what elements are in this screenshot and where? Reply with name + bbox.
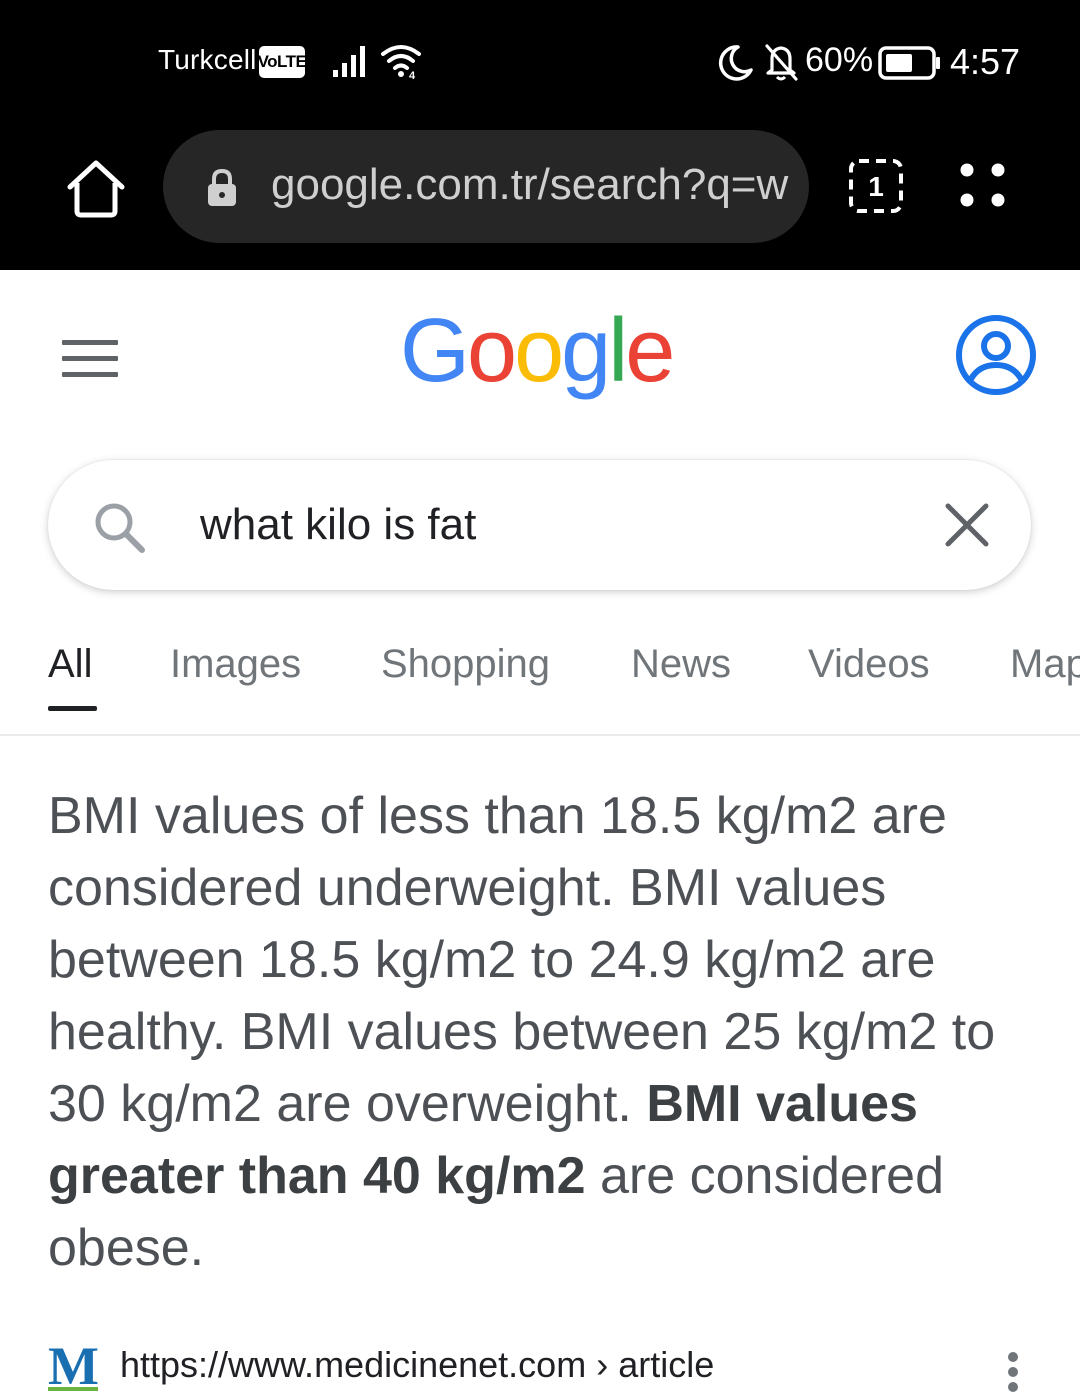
tab-all[interactable]: All: [48, 642, 92, 687]
search-tabs: All Images Shopping News Videos Maps: [0, 620, 1080, 736]
wifi-icon: 4: [381, 45, 421, 80]
source-breadcrumb: › article: [586, 1344, 715, 1385]
status-bar: Turkcell VoLTE 4 60% 4:57: [0, 0, 1080, 125]
carrier-name: Turkcell: [158, 44, 257, 75]
source-url[interactable]: https://www.medicinenet.com › article: [120, 1344, 714, 1386]
battery-icon: [878, 46, 940, 80]
url-text: google.com.tr/search?q=what+kilo+is+fat: [271, 160, 789, 209]
search-icon[interactable]: [90, 498, 150, 558]
tab-news[interactable]: News: [631, 642, 731, 687]
tab-videos[interactable]: Videos: [808, 642, 930, 687]
logo-letter: l: [608, 301, 628, 401]
tab-maps[interactable]: Maps: [1010, 642, 1080, 687]
top-chrome: Turkcell VoLTE 4 60% 4:57 google.com.tr/…: [0, 0, 1080, 270]
tab-shopping[interactable]: Shopping: [381, 642, 550, 687]
browser-toolbar: google.com.tr/search?q=what+kilo+is+fat …: [0, 125, 1080, 270]
source-domain: https://www.medicinenet.com: [120, 1344, 587, 1385]
result-source[interactable]: M https://www.medicinenet.com › article: [0, 1330, 1080, 1396]
logo-letter: o: [467, 301, 517, 401]
active-tab-indicator: [48, 706, 97, 711]
hamburger-menu-icon[interactable]: [62, 338, 118, 380]
logo-letter: g: [561, 301, 611, 401]
tab-count: 1: [868, 171, 884, 202]
signal-icon: [333, 46, 365, 77]
clock: 4:57: [950, 41, 1021, 82]
tab-images[interactable]: Images: [170, 642, 301, 687]
volte-badge: VoLTE: [258, 46, 307, 78]
moon-icon: [718, 45, 753, 81]
google-logo[interactable]: Google: [400, 301, 675, 401]
site-favicon: M: [48, 1336, 99, 1396]
more-options-icon[interactable]: [1004, 1352, 1024, 1392]
logo-letter: G: [400, 301, 470, 401]
logo-letter: o: [514, 301, 564, 401]
lock-icon: [208, 168, 236, 206]
search-input[interactable]: [200, 495, 900, 555]
search-box[interactable]: [48, 460, 1031, 590]
address-bar[interactable]: google.com.tr/search?q=what+kilo+is+fat: [163, 130, 809, 243]
home-icon[interactable]: [60, 153, 132, 225]
svg-text:4: 4: [409, 70, 416, 80]
logo-letter: e: [625, 301, 675, 401]
close-icon[interactable]: [944, 502, 990, 548]
bell-off-icon: [765, 44, 798, 81]
battery-percent: 60%: [805, 41, 874, 79]
menu-dots-icon[interactable]: [955, 159, 1015, 215]
featured-snippet: BMI values of less than 18.5 kg/m2 are c…: [48, 780, 1038, 1284]
tab-switcher-button[interactable]: 1: [846, 155, 906, 219]
account-icon[interactable]: [954, 313, 1038, 397]
